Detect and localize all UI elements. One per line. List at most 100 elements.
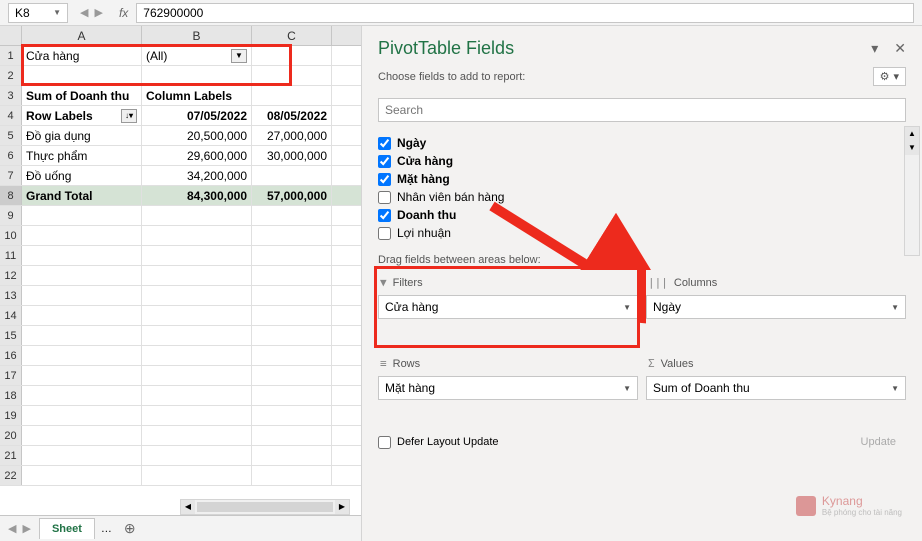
- field-item[interactable]: Cửa hàng: [378, 152, 906, 170]
- cell[interactable]: Grand Total: [22, 186, 142, 205]
- row-header[interactable]: 7: [0, 166, 22, 185]
- field-scrollbar[interactable]: ▲▼: [904, 126, 920, 256]
- cell[interactable]: 34,200,000: [142, 166, 252, 185]
- update-button: Update: [851, 432, 906, 452]
- formula-nav: ◀▶: [72, 6, 111, 19]
- cell[interactable]: Đồ uống: [22, 166, 142, 185]
- field-checkbox[interactable]: [378, 227, 391, 240]
- defer-update-checkbox[interactable]: Defer Layout Update: [378, 436, 499, 449]
- fx-icon[interactable]: fx: [111, 6, 136, 20]
- search-input[interactable]: [378, 98, 906, 122]
- column-header[interactable]: A: [22, 26, 142, 45]
- column-header[interactable]: B: [142, 26, 252, 45]
- row-header[interactable]: 2: [0, 66, 22, 85]
- drag-label: Drag fields between areas below:: [362, 250, 922, 270]
- horizontal-scrollbar[interactable]: ◀▶: [180, 499, 350, 515]
- area-rows[interactable]: ≡Rows Mặt hàng▼: [378, 351, 638, 424]
- area-field-dropdown[interactable]: Mặt hàng▼: [378, 376, 638, 400]
- field-item[interactable]: Ngày: [378, 134, 906, 152]
- cell[interactable]: [252, 166, 332, 185]
- field-checkbox[interactable]: [378, 173, 391, 186]
- rows-icon: ≡: [380, 357, 387, 370]
- field-checkbox[interactable]: [378, 155, 391, 168]
- row-header[interactable]: 5: [0, 126, 22, 145]
- columns-icon: |||: [648, 276, 668, 289]
- row-header[interactable]: 9: [0, 206, 22, 225]
- cell[interactable]: Thực phẩm: [22, 146, 142, 165]
- close-icon[interactable]: ✕: [894, 40, 906, 57]
- area-field-dropdown[interactable]: Cửa hàng▼: [378, 295, 638, 319]
- field-item[interactable]: Nhân viên bán hàng: [378, 188, 906, 206]
- name-box[interactable]: K8▼: [8, 3, 68, 23]
- cell[interactable]: 20,500,000: [142, 126, 252, 145]
- sheet-tab[interactable]: Sheet: [39, 518, 95, 539]
- cell[interactable]: 57,000,000: [252, 186, 332, 205]
- values-icon: Σ: [648, 357, 655, 370]
- field-label: Doanh thu: [397, 208, 456, 222]
- field-label: Mặt hàng: [397, 172, 450, 186]
- pivot-fields-pane: PivotTable Fields ▾ ✕ Choose fields to a…: [362, 26, 922, 541]
- watermark: KynangBệ phóng cho tài năng: [796, 494, 902, 517]
- cell[interactable]: [252, 86, 332, 105]
- cell[interactable]: [252, 46, 332, 65]
- formula-bar[interactable]: 762900000: [136, 3, 914, 23]
- row-header[interactable]: 6: [0, 146, 22, 165]
- sheet-tab-more[interactable]: …: [95, 519, 118, 539]
- field-checkbox[interactable]: [378, 137, 391, 150]
- area-values[interactable]: ΣValues Sum of Doanh thu▼: [646, 351, 906, 424]
- gear-icon: ⚙: [880, 70, 890, 83]
- cell[interactable]: Row Labels↓▾: [22, 106, 142, 125]
- row-header[interactable]: 8: [0, 186, 22, 205]
- cell[interactable]: 30,000,000: [252, 146, 332, 165]
- sheet-nav[interactable]: ◀▶: [0, 522, 39, 535]
- select-all-corner[interactable]: [0, 26, 22, 45]
- field-label: Nhân viên bán hàng: [397, 190, 504, 204]
- field-label: Ngày: [397, 136, 426, 150]
- row-header[interactable]: 15: [0, 326, 22, 345]
- cell[interactable]: (All)▼: [142, 46, 252, 65]
- pane-subtitle: Choose fields to add to report:: [378, 71, 525, 83]
- area-columns[interactable]: |||Columns Ngày▼: [646, 270, 906, 343]
- area-field-dropdown[interactable]: Sum of Doanh thu▼: [646, 376, 906, 400]
- row-header[interactable]: 18: [0, 386, 22, 405]
- row-header[interactable]: 4: [0, 106, 22, 125]
- field-item[interactable]: Doanh thu: [378, 206, 906, 224]
- row-header[interactable]: 13: [0, 286, 22, 305]
- cell[interactable]: 07/05/2022: [142, 106, 252, 125]
- row-header[interactable]: 1: [0, 46, 22, 65]
- dropdown-icon[interactable]: ▾: [871, 40, 878, 57]
- cell[interactable]: 29,600,000: [142, 146, 252, 165]
- cell[interactable]: Đồ gia dụng: [22, 126, 142, 145]
- cell[interactable]: 27,000,000: [252, 126, 332, 145]
- row-header[interactable]: 17: [0, 366, 22, 385]
- row-header[interactable]: 19: [0, 406, 22, 425]
- area-field-dropdown[interactable]: Ngày▼: [646, 295, 906, 319]
- cell[interactable]: Column Labels▼: [142, 86, 252, 105]
- area-filters[interactable]: ▼Filters Cửa hàng▼: [378, 270, 638, 343]
- field-checkbox[interactable]: [378, 209, 391, 222]
- row-header[interactable]: 3: [0, 86, 22, 105]
- field-item[interactable]: Mặt hàng: [378, 170, 906, 188]
- column-header[interactable]: C: [252, 26, 332, 45]
- pane-title: PivotTable Fields: [378, 38, 514, 59]
- cell[interactable]: 84,300,000: [142, 186, 252, 205]
- cell[interactable]: 08/05/2022: [252, 106, 332, 125]
- row-header[interactable]: 11: [0, 246, 22, 265]
- row-header[interactable]: 12: [0, 266, 22, 285]
- gear-button[interactable]: ⚙▾: [873, 67, 906, 86]
- filter-icon: ▼: [380, 276, 387, 289]
- row-header[interactable]: 14: [0, 306, 22, 325]
- field-checkbox[interactable]: [378, 191, 391, 204]
- filter-dropdown-icon[interactable]: ↓▾: [121, 109, 137, 123]
- row-header[interactable]: 10: [0, 226, 22, 245]
- filter-dropdown-icon[interactable]: ▼: [231, 49, 247, 63]
- add-sheet-button[interactable]: ⊕: [118, 520, 142, 537]
- row-header[interactable]: 20: [0, 426, 22, 445]
- row-header[interactable]: 21: [0, 446, 22, 465]
- cell[interactable]: Cửa hàng: [22, 46, 142, 65]
- cell[interactable]: Sum of Doanh thu: [22, 86, 142, 105]
- row-header[interactable]: 22: [0, 466, 22, 485]
- worksheet[interactable]: A B C 1 Cửa hàng (All)▼ 2 3 Sum of Doanh…: [0, 26, 362, 541]
- field-item[interactable]: Lợi nhuận: [378, 224, 906, 242]
- row-header[interactable]: 16: [0, 346, 22, 365]
